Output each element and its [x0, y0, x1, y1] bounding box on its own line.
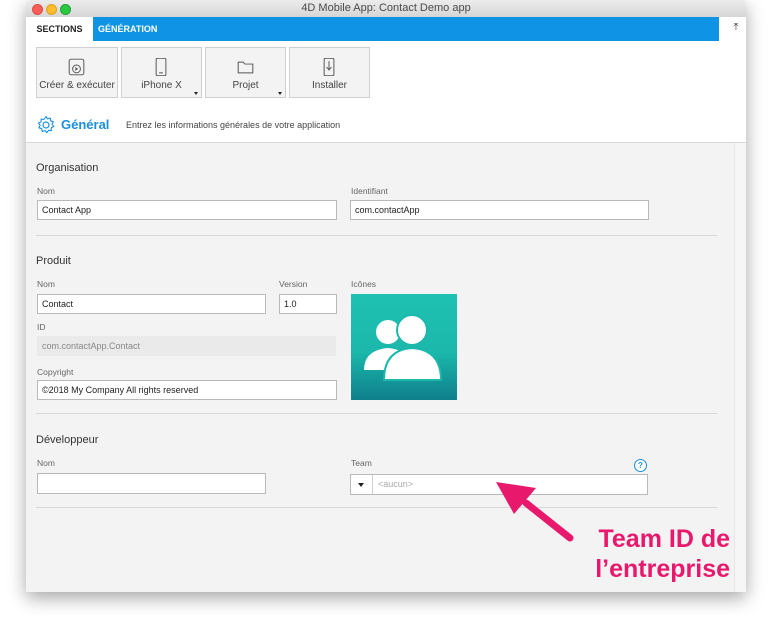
chevron-down-icon: [194, 92, 198, 95]
install-button[interactable]: Installer: [289, 47, 370, 98]
annotation-arrow-icon: [496, 482, 574, 542]
product-id-field: com.contactApp.Contact: [37, 336, 336, 356]
divider: [36, 507, 717, 508]
organisation-title: Organisation: [36, 162, 99, 174]
phone-icon: [155, 58, 167, 76]
team-placeholder: <aucun>: [378, 479, 414, 489]
org-id-field[interactable]: [350, 200, 649, 220]
help-icon[interactable]: ?: [634, 459, 647, 472]
project-menu-button[interactable]: Projet: [205, 47, 286, 98]
product-name-field[interactable]: [37, 294, 266, 314]
section-title: Général: [61, 117, 110, 132]
play-icon: [68, 58, 85, 76]
product-name-label: Nom: [37, 279, 55, 289]
team-dropdown-button[interactable]: [351, 475, 373, 494]
version-field[interactable]: [279, 294, 337, 314]
contacts-icon: [364, 314, 443, 381]
product-id-label: ID: [37, 322, 46, 332]
produit-title: Produit: [36, 255, 71, 267]
folder-icon: [237, 61, 254, 74]
upload-icon[interactable]: ⤒: [730, 21, 742, 35]
title-bar: 4D Mobile App: Contact Demo app: [26, 0, 746, 18]
app-icon-well[interactable]: [351, 294, 457, 400]
icons-label: Icônes: [351, 279, 377, 289]
annotation-line-1: Team ID de: [598, 525, 730, 553]
minimize-window-button[interactable]: [46, 4, 57, 15]
version-label: Version: [279, 279, 308, 289]
org-name-field[interactable]: [37, 200, 337, 220]
team-label: Team: [351, 458, 372, 468]
annotation-text: Team ID de l’entreprise: [570, 524, 730, 584]
tab-sections[interactable]: SECTIONS: [26, 17, 93, 41]
copyright-label: Copyright: [37, 367, 74, 377]
device-menu-button[interactable]: iPhone X: [121, 47, 202, 98]
section-description: Entrez les informations générales de vot…: [126, 120, 341, 130]
divider: [36, 413, 717, 414]
install-icon: [323, 58, 335, 76]
org-name-label: Nom: [37, 186, 55, 196]
org-id-label: Identifiant: [351, 186, 388, 196]
divider: [36, 235, 717, 236]
section-header: Général Entrez les informations générale…: [26, 108, 746, 143]
tab-bar: SECTIONS GÉNÉRATION ⤒: [26, 17, 746, 41]
tab-generation[interactable]: GÉNÉRATION: [93, 17, 719, 41]
device-label: iPhone X: [141, 80, 182, 91]
developpeur-title: Développeur: [36, 434, 99, 446]
chevron-down-icon: [278, 92, 282, 95]
copyright-field[interactable]: [37, 380, 337, 400]
window-title: 4D Mobile App: Contact Demo app: [301, 2, 471, 14]
annotation-line-2: l’entreprise: [595, 555, 730, 583]
build-run-button[interactable]: Créer & exécuter: [36, 47, 118, 98]
toolbar: Créer & exécuter iPhone X Projet Install…: [26, 41, 746, 109]
dev-name-label: Nom: [37, 458, 55, 468]
gear-icon: [37, 115, 55, 134]
build-run-label: Créer & exécuter: [39, 80, 115, 91]
install-label: Installer: [311, 80, 347, 91]
app-window: 4D Mobile App: Contact Demo app SECTIONS…: [26, 0, 746, 592]
dev-name-field[interactable]: [37, 473, 266, 494]
chevron-down-icon: [358, 483, 364, 487]
scrollbar[interactable]: [734, 143, 746, 592]
project-label: Projet: [232, 80, 259, 91]
close-window-button[interactable]: [32, 4, 43, 15]
zoom-window-button[interactable]: [60, 4, 71, 15]
